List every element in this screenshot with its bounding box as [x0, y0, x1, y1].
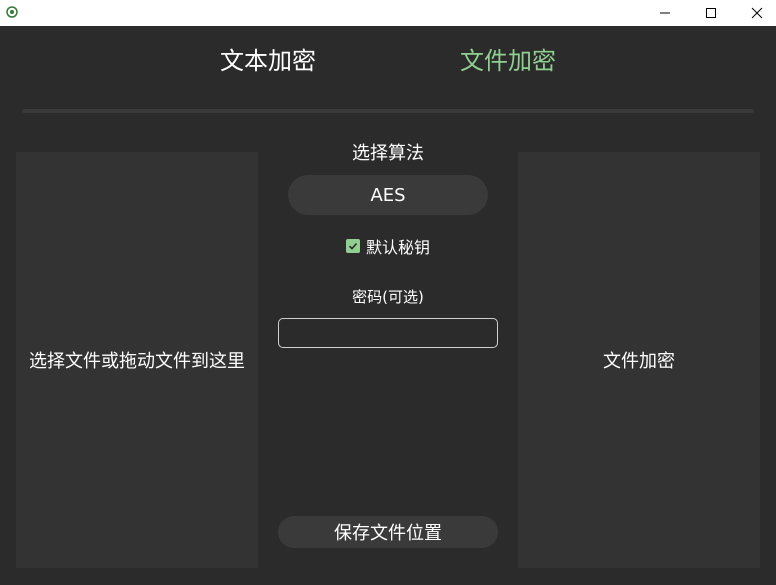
checkmark-icon — [348, 242, 358, 250]
tab-file-encryption[interactable]: 文件加密 — [440, 44, 576, 78]
app-logo-icon — [6, 6, 18, 18]
default-key-option[interactable]: 默认秘钥 — [300, 234, 476, 258]
close-icon — [751, 7, 763, 19]
save-location-label: 保存文件位置 — [334, 523, 442, 544]
tab-divider — [22, 109, 754, 113]
default-key-checkbox[interactable] — [345, 239, 360, 253]
encrypt-file-label: 文件加密 — [603, 351, 675, 372]
default-key-label: 默认秘钥 — [365, 238, 430, 257]
close-button[interactable] — [734, 0, 776, 26]
save-location-button[interactable]: 保存文件位置 — [278, 516, 498, 548]
algorithm-label: 选择算法 — [352, 143, 424, 164]
tab-text-encryption[interactable]: 文本加密 — [200, 44, 336, 78]
maximize-icon — [706, 8, 716, 18]
minimize-icon — [660, 12, 670, 14]
file-drop-zone[interactable]: 选择文件或拖动文件到这里 — [16, 152, 258, 568]
minimize-button[interactable] — [642, 0, 688, 26]
encrypt-file-button[interactable]: 文件加密 — [518, 152, 760, 568]
password-input[interactable] — [278, 318, 498, 348]
algorithm-select[interactable]: AES — [288, 175, 488, 215]
maximize-button[interactable] — [688, 0, 734, 26]
file-drop-label: 选择文件或拖动文件到这里 — [29, 351, 245, 372]
password-label: 密码(可选) — [352, 288, 424, 306]
title-bar — [0, 0, 776, 26]
algorithm-selected-value: AES — [370, 184, 406, 206]
